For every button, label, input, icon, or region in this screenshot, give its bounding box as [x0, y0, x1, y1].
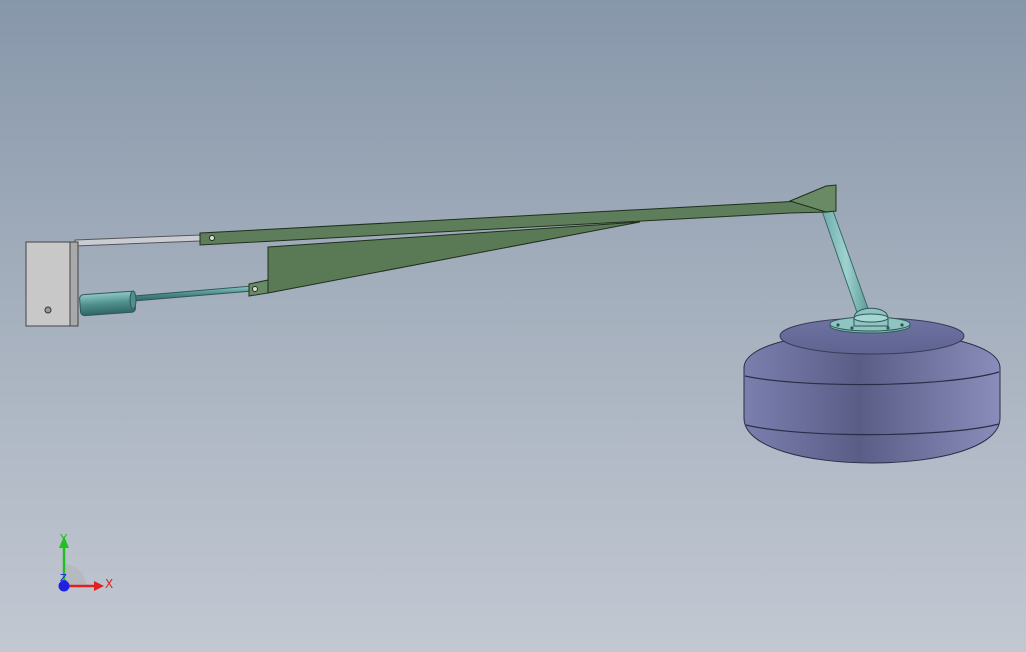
- boom-root-pin: [209, 235, 215, 241]
- y-axis-label: Y: [59, 532, 68, 546]
- cad-model[interactable]: [0, 0, 1026, 652]
- cylinder-barrel: [79, 290, 136, 317]
- x-axis-arrow-icon: [94, 581, 104, 591]
- coordinate-triad: Y X Z: [58, 532, 113, 592]
- boom-lower-clevis: [248, 279, 269, 297]
- boom-arm[interactable]: [199, 184, 837, 297]
- support-strut[interactable]: [821, 207, 889, 327]
- x-axis-label: X: [105, 577, 113, 591]
- cylinder-rod: [133, 285, 253, 302]
- float-wheel[interactable]: [743, 317, 1001, 464]
- mounting-bracket[interactable]: [25, 241, 79, 327]
- z-axis-label: Z: [60, 573, 67, 584]
- upper-link-rod: [74, 234, 201, 247]
- graphics-viewport[interactable]: Y X Z: [0, 0, 1026, 652]
- hydraulic-cylinder[interactable]: [79, 285, 253, 317]
